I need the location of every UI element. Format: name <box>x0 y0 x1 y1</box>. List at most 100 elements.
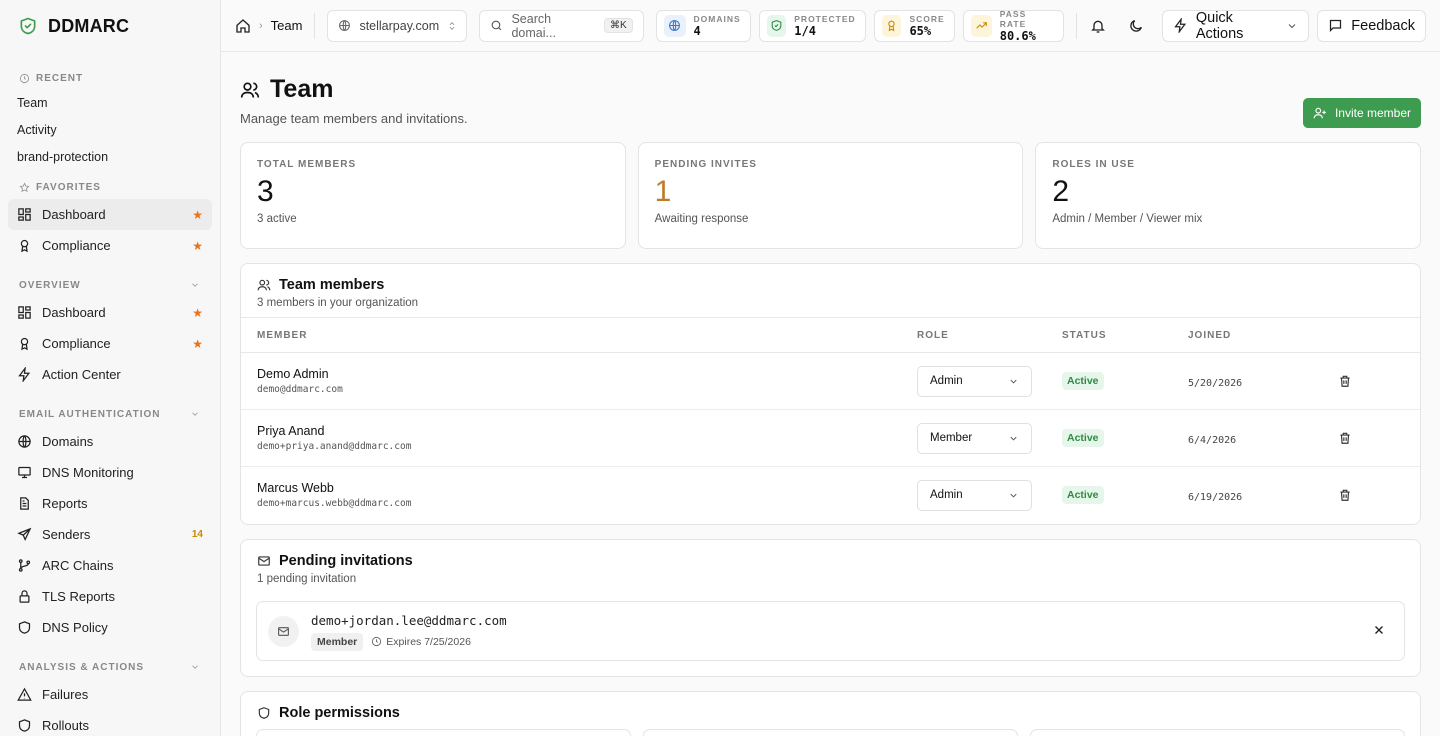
stat-pass-rate[interactable]: PASS RATE 80.6% <box>962 9 1064 43</box>
divider <box>314 12 316 39</box>
branch-icon <box>17 558 32 573</box>
compliance-icon <box>17 238 32 253</box>
members-table: MEMBER ROLE STATUS JOINED Demo Admin demo… <box>241 317 1420 524</box>
warning-icon <box>17 687 32 702</box>
favorite-item-dashboard[interactable]: Dashboard ★ <box>8 199 212 230</box>
role-permission-card <box>256 728 631 736</box>
recent-item-brand-protection[interactable]: brand-protection <box>0 144 220 171</box>
users-icon <box>257 278 271 292</box>
breadcrumb-current: Team <box>270 18 303 33</box>
stat-score[interactable]: SCORE 65% <box>873 9 955 42</box>
file-icon <box>17 496 32 511</box>
sidebar: DDMARC RECENT Team Activity brand-protec… <box>0 0 221 736</box>
search-input[interactable]: Search domai... ⌘K <box>479 9 644 42</box>
sidebar-item-dns-monitoring[interactable]: DNS Monitoring <box>8 457 212 488</box>
summary-value: 1 <box>654 175 672 208</box>
mail-icon <box>268 615 299 647</box>
chevron-up-down-icon <box>447 20 457 32</box>
role-permission-card <box>643 728 1018 736</box>
star-icon[interactable]: ★ <box>192 337 203 351</box>
panel-description: 1 pending invitation <box>257 572 357 585</box>
panel-description: 3 members in your organization <box>257 297 419 309</box>
pending-invitations-panel: Pending invitations 1 pending invitation… <box>240 538 1421 677</box>
table-row: Demo Admin demo@ddmarc.com Admin Active 5… <box>241 352 1420 410</box>
member-email: demo+marcus.webb@ddmarc.com <box>257 498 412 510</box>
panel-title: Team members <box>257 277 1404 293</box>
trash-icon[interactable] <box>1338 431 1420 445</box>
rollout-icon <box>17 718 32 733</box>
table-row: Priya Anand demo+priya.anand@ddmarc.com M… <box>241 409 1420 467</box>
panel-title: Pending invitations <box>257 553 1404 569</box>
bolt-icon <box>1173 18 1188 33</box>
sidebar-item-reports[interactable]: Reports <box>8 488 212 519</box>
table-header: MEMBER ROLE STATUS JOINED <box>241 317 1420 353</box>
chevron-down-icon <box>1008 490 1019 501</box>
clock-icon <box>19 73 30 84</box>
favorites-label: FAVORITES <box>0 175 220 199</box>
sidebar-item-dns-policy[interactable]: DNS Policy <box>8 612 212 643</box>
role-select[interactable]: Admin <box>917 479 1032 511</box>
sidebar-item-rollouts[interactable]: Rollouts <box>8 710 212 736</box>
trash-icon[interactable] <box>1338 488 1420 502</box>
sidebar-item-compliance[interactable]: Compliance ★ <box>8 328 212 359</box>
breadcrumb: › Team <box>235 18 302 34</box>
member-email: demo+priya.anand@ddmarc.com <box>257 441 412 452</box>
brand[interactable]: DDMARC <box>0 0 220 52</box>
recent-item-activity[interactable]: Activity <box>0 117 220 144</box>
favorite-item-compliance[interactable]: Compliance ★ <box>8 230 212 261</box>
invite-member-button[interactable]: Invite member <box>1302 98 1421 128</box>
dashboard-icon <box>17 305 32 320</box>
chevron-down-icon <box>1286 20 1298 32</box>
star-icon[interactable]: ★ <box>192 239 203 253</box>
quick-actions-button[interactable]: Quick Actions <box>1161 9 1310 42</box>
stat-domains[interactable]: DOMAINS 4 <box>655 9 751 42</box>
home-icon[interactable] <box>235 18 251 34</box>
mail-icon <box>257 554 271 568</box>
role-select[interactable]: Member <box>917 422 1032 454</box>
joined-date: 6/19/2026 <box>1188 491 1243 503</box>
email-auth-label[interactable]: EMAIL AUTHENTICATION <box>0 402 220 426</box>
users-icon <box>240 80 260 100</box>
page-title: Team <box>240 75 333 104</box>
sidebar-item-action-center[interactable]: Action Center <box>8 359 212 390</box>
search-shortcut: ⌘K <box>604 18 633 33</box>
sidebar-item-tls-reports[interactable]: TLS Reports <box>8 581 212 612</box>
invitation-email: demo+jordan.lee@ddmarc.com <box>311 612 507 628</box>
chevron-down-icon <box>190 280 200 290</box>
domain-selector[interactable]: stellarpay.com <box>327 9 468 42</box>
sidebar-item-dashboard[interactable]: Dashboard ★ <box>8 297 212 328</box>
sidebar-item-domains[interactable]: Domains <box>8 426 212 457</box>
moon-icon[interactable] <box>1120 10 1152 42</box>
brand-name: DDMARC <box>48 15 130 36</box>
recent-item-team[interactable]: Team <box>0 90 220 117</box>
divider <box>1075 12 1077 39</box>
status-badge: Active <box>1062 429 1104 447</box>
bolt-icon <box>17 367 32 382</box>
analysis-label[interactable]: ANALYSIS & ACTIONS <box>0 655 220 679</box>
trash-icon[interactable] <box>1338 374 1420 388</box>
feedback-button[interactable]: Feedback <box>1317 9 1426 42</box>
senders-count-badge: 14 <box>191 529 203 540</box>
shield-icon <box>17 620 32 635</box>
clock-icon <box>371 636 382 647</box>
globe-icon <box>663 14 686 37</box>
bell-icon[interactable] <box>1083 10 1115 42</box>
compliance-icon <box>17 336 32 351</box>
table-row: Marcus Webb demo+marcus.webb@ddmarc.com A… <box>241 467 1420 524</box>
sidebar-item-failures[interactable]: Failures <box>8 679 212 710</box>
sidebar-item-arc-chains[interactable]: ARC Chains <box>8 550 212 581</box>
close-icon[interactable] <box>1372 623 1386 637</box>
chevron-down-icon <box>190 409 200 419</box>
page-subtitle: Manage team members and invitations. <box>240 111 468 126</box>
stat-protected[interactable]: PROTECTED 1/4 <box>758 9 866 42</box>
overview-label[interactable]: OVERVIEW <box>0 273 220 297</box>
star-icon[interactable]: ★ <box>192 208 203 222</box>
lock-icon <box>17 589 32 604</box>
star-icon[interactable]: ★ <box>192 306 203 320</box>
sidebar-item-senders[interactable]: Senders 14 <box>8 519 212 550</box>
role-select[interactable]: Admin <box>917 365 1032 397</box>
globe-icon <box>17 434 32 449</box>
globe-icon <box>338 19 351 32</box>
chevron-down-icon <box>1008 376 1019 387</box>
message-icon <box>1328 18 1343 33</box>
